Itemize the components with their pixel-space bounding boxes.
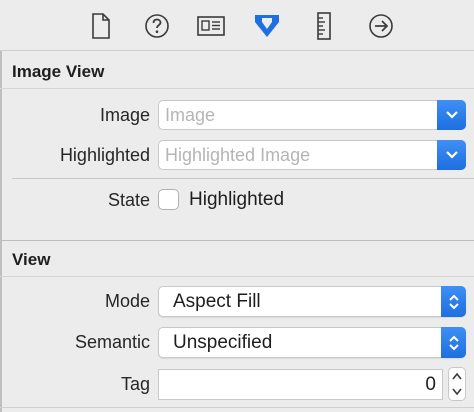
image-view-title: Image View [12,62,105,81]
semantic-value: Unspecified [173,332,273,353]
highlighted-label: Highlighted [59,145,150,165]
tag-input[interactable]: 0 [158,369,443,400]
image-combo-box[interactable]: Image [158,100,466,130]
help-icon[interactable] [142,11,172,41]
section-divider [0,276,474,277]
file-icon[interactable] [86,11,116,41]
tag-label: Tag [120,374,150,394]
chevron-down-icon [445,111,458,119]
tag-value: 0 [425,374,436,395]
section-divider [0,88,474,89]
connections-icon[interactable] [366,11,396,41]
mode-value: Aspect Fill [173,291,261,312]
identity-icon[interactable] [196,11,226,41]
highlighted-image-input[interactable]: Highlighted Image [165,145,310,166]
image-label: Image [99,105,150,125]
row-divider [12,178,474,179]
bottom-divider [0,407,474,408]
image-view-section-header: Image View [0,50,474,88]
stepper-arrows-icon [452,372,462,396]
tag-stepper[interactable] [448,367,466,401]
semantic-label: Semantic [74,332,150,352]
attributes-icon[interactable] [252,11,282,41]
view-section-header: View [0,238,474,276]
highlighted-image-dropdown-button[interactable] [437,140,466,170]
image-input[interactable]: Image [165,105,215,126]
semantic-popup-button[interactable]: Unspecified [158,327,466,358]
up-down-arrows-icon [448,294,459,309]
chevron-down-icon [445,151,458,159]
highlighted-image-combo-box[interactable]: Highlighted Image [158,140,466,170]
semantic-popup-arrows[interactable] [441,327,466,358]
size-ruler-icon[interactable] [309,11,339,41]
highlighted-checkbox-label[interactable]: Highlighted [189,189,284,211]
view-title: View [12,250,51,269]
highlighted-checkbox[interactable] [158,189,179,210]
mode-popup-button[interactable]: Aspect Fill [158,286,466,317]
up-down-arrows-icon [448,335,459,350]
inspector-toolbar [0,0,474,51]
image-dropdown-button[interactable] [437,100,466,130]
mode-popup-arrows[interactable] [441,286,466,317]
mode-label: Mode [104,291,150,311]
state-label: State [107,190,150,210]
